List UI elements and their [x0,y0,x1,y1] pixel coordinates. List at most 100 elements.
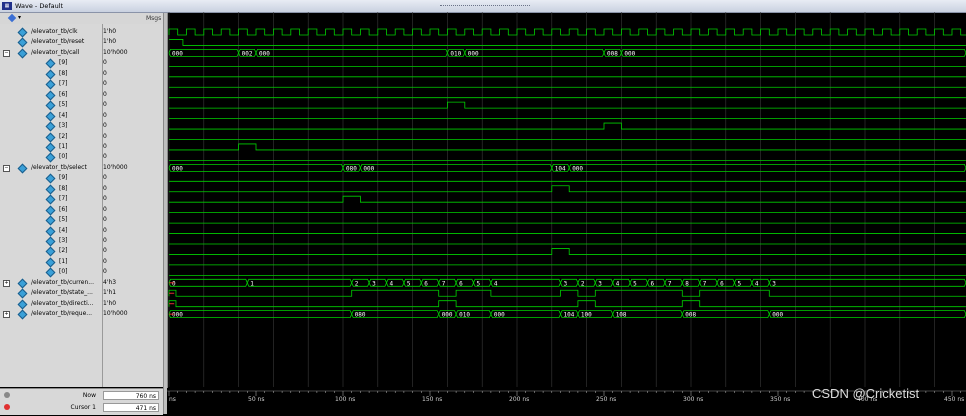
current-bus-label: 6 [720,280,724,287]
cursor-value[interactable]: 471 ns [103,403,159,412]
waveform-pane[interactable]: 000 002 000 010 000 008 000 000 080 000 104 000 0 1 2 3… [167,12,966,387]
signal-row[interactable]: [8] [0,184,102,195]
signal-row[interactable]: [6] [0,90,102,101]
signal-name: [7] [59,195,68,203]
current-bus-label: 5 [477,280,481,287]
signal-row[interactable]: [1] [0,257,102,268]
signal-row[interactable]: [6] [0,205,102,216]
signal-name: [8] [59,69,68,77]
signal-name: /elevator_tb/directi... [31,299,94,307]
signal-diamond-icon[interactable] [7,13,17,23]
titlebar-grip[interactable] [440,5,530,8]
signal-row[interactable]: [3] [0,236,102,247]
signal-row[interactable]: − /elevator_tb/select [0,163,102,174]
collapse-icon[interactable]: − [3,164,10,172]
request-bus-segment [768,310,966,319]
signal-value-row: 0 [103,226,163,236]
signal-name: [3] [59,122,68,130]
signal-value-row: 1'h0 [103,27,163,37]
signal-row[interactable]: [0] [0,267,102,278]
signal-name: /elevator_tb/reque... [31,310,93,318]
signal-row[interactable]: [4] [0,111,102,122]
signal-row[interactable]: [9] [0,173,102,184]
current-bus-label: 3 [564,280,568,287]
signal-value-pane: 1'h0 1'h0 10'h000 0 0 0 0 0 0 0 0 0 0 10'h000 0 0 0 0 0 0 0 0… [103,24,163,387]
signal-row[interactable]: /elevator_tb/clk [0,27,102,38]
call-bus-label: 000 [624,50,635,57]
signal-name: /elevator_tb/call [31,48,80,56]
select-bus-label: 104 [555,165,566,172]
signal-name: [8] [59,184,68,192]
signal-diamond-icon [45,226,56,236]
signal-row[interactable]: [4] [0,226,102,236]
signal-diamond-icon [45,257,56,268]
signal-value-row: 0 [103,132,163,142]
signal-value-row: 1'h0 [103,37,163,47]
signal-row[interactable]: + /elevator_tb/curren... [0,278,102,289]
signal-diamond-icon [45,69,56,80]
request-bus-label: 010 [459,312,470,319]
signal-name: [0] [59,153,68,161]
expand-icon[interactable]: + [3,279,10,287]
select-bus-label: 080 [346,165,357,172]
signal-row[interactable]: /elevator_tb/reset [0,37,102,48]
signal-name: /elevator_tb/state_... [31,289,93,297]
signal-value: 0 [103,184,107,192]
signal-value-row: 0 [103,121,163,131]
signal-value: 4'h3 [103,278,117,286]
signal-value: 0 [103,226,107,234]
select-bit-wave [169,195,966,203]
signal-row[interactable]: [5] [0,100,102,111]
select-bus-segment [168,163,344,172]
signal-diamond-icon [45,236,56,247]
signal-name-pane: /elevator_tb/clk/elevator_tb/reset − /elev… [0,24,103,387]
current-bus-segment [246,278,353,287]
signal-row[interactable]: [5] [0,215,102,226]
signal-row[interactable]: [3] [0,121,102,132]
status-pane: Now 760 ns Cursor 1 471 ns [0,388,163,415]
signal-value-row: 0 [103,257,163,267]
current-bus-label: 4 [390,280,394,287]
signal-diamond-icon [45,90,56,101]
cursor-label: Cursor 1 [70,404,96,411]
signal-row[interactable]: [2] [0,246,102,257]
select-bit-wave [169,185,966,193]
signal-value-row: 0 [103,194,163,204]
signal-row[interactable]: [9] [0,58,102,69]
signal-row[interactable]: [7] [0,194,102,205]
signal-value-row: 0 [103,215,163,225]
signal-value: 0 [103,174,107,182]
signal-row[interactable]: [0] [0,152,102,163]
cursor-lock-icon[interactable] [4,404,10,410]
signal-name: [4] [59,226,68,234]
call-bus-label: 000 [259,50,270,57]
current-bus-label: 7 [703,280,707,287]
signal-row[interactable]: [7] [0,79,102,90]
signal-value-row: 10'h000 [103,163,163,173]
signal-value: 0 [103,216,107,224]
request-bus-label: 100 [581,312,592,319]
signal-row[interactable]: − /elevator_tb/call [0,48,102,59]
now-label: Now [82,392,96,399]
collapse-icon[interactable]: − [3,49,10,57]
expand-icon[interactable]: + [3,311,10,319]
signal-row[interactable]: /elevator_tb/directi... [0,299,102,310]
signal-row[interactable]: /elevator_tb/state_... [0,288,102,299]
signal-row[interactable]: [8] [0,69,102,80]
waveform-canvas[interactable]: 000 002 000 010 000 008 000000 080 000 104 0000 1 2 3… [167,12,966,387]
signal-value: 0 [103,80,107,88]
signal-row[interactable]: [2] [0,132,102,142]
signal-value-row: 0 [103,69,163,79]
signal-row[interactable]: [1] [0,142,102,153]
signal-name: [7] [59,80,68,88]
signal-value: 1'h0 [103,38,117,46]
current-bus-label: 4 [494,280,498,287]
signal-value-row: 0 [103,111,163,121]
signal-value: 0 [103,142,107,150]
cursor-row[interactable]: Cursor 1 471 ns [0,402,163,414]
request-bus-label: 008 [685,312,696,319]
dropdown-arrow-icon[interactable]: ▾ [18,14,21,21]
signal-name: [2] [59,132,68,140]
signal-row[interactable]: + /elevator_tb/reque... [0,309,102,320]
signal-diamond-icon [45,100,56,111]
